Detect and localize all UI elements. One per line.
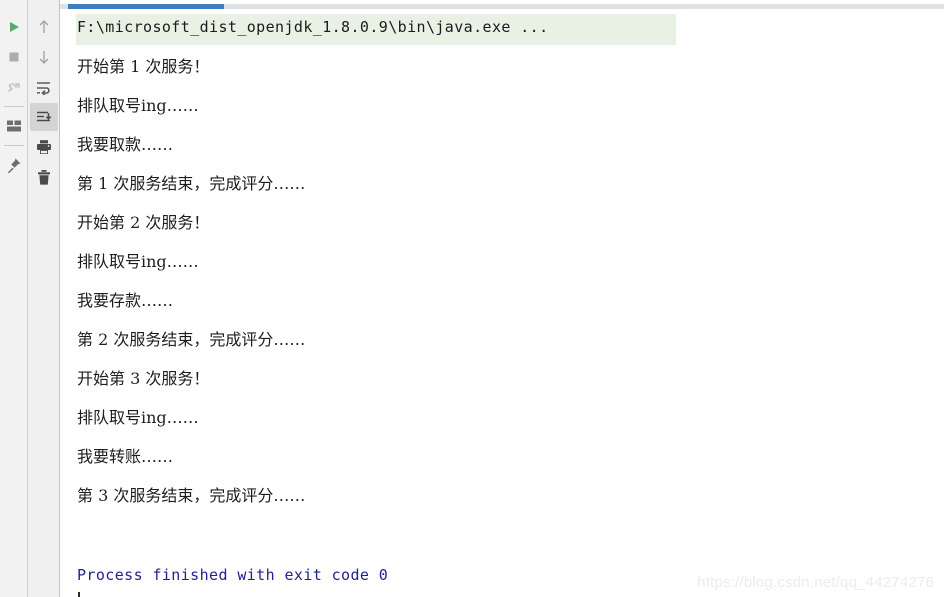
- play-icon[interactable]: [1, 14, 27, 40]
- console-toolbar: [28, 0, 60, 597]
- toolbar-divider: [3, 106, 24, 107]
- console-line: 开始第 1 次服务！: [77, 57, 210, 76]
- arrow-up-icon[interactable]: [30, 13, 58, 41]
- console-command-line: F:\microsoft_dist_openjdk_1.8.0.9\bin\ja…: [77, 18, 549, 36]
- printer-icon[interactable]: [30, 133, 58, 161]
- console-line: 第 2 次服务结束，完成评分……: [77, 330, 306, 349]
- trash-icon[interactable]: [30, 163, 58, 191]
- console-caret: [78, 592, 80, 597]
- console-line: 开始第 3 次服务！: [77, 369, 210, 388]
- rerun-tests-icon: [1, 74, 27, 100]
- console-line: 排队取号ing……: [77, 96, 199, 115]
- run-toolbar: [0, 0, 28, 597]
- arrow-down-icon[interactable]: [30, 43, 58, 71]
- process-exit-line: Process finished with exit code 0: [77, 566, 389, 584]
- layout-icon[interactable]: [1, 113, 27, 139]
- console-text[interactable]: F:\microsoft_dist_openjdk_1.8.0.9\bin\ja…: [60, 9, 944, 597]
- console-line: 我要取款……: [77, 135, 174, 154]
- run-tool-window: F:\microsoft_dist_openjdk_1.8.0.9\bin\ja…: [0, 0, 944, 597]
- console-line: 第 1 次服务结束，完成评分……: [77, 174, 306, 193]
- pin-icon[interactable]: [1, 152, 27, 178]
- watermark-text: https://blog.csdn.net/qq_44274276: [697, 574, 934, 591]
- console-line: 排队取号ing……: [77, 408, 199, 427]
- console-output-panel[interactable]: F:\microsoft_dist_openjdk_1.8.0.9\bin\ja…: [60, 0, 944, 597]
- console-line: 第 3 次服务结束，完成评分……: [77, 486, 306, 505]
- console-line: 排队取号ing……: [77, 252, 199, 271]
- toolbar-divider: [3, 145, 24, 146]
- soft-wrap-icon[interactable]: [30, 73, 58, 101]
- console-line: 我要存款……: [77, 291, 174, 310]
- console-line: 我要转账……: [77, 447, 174, 466]
- scroll-to-end-icon[interactable]: [29, 103, 58, 131]
- console-line: 开始第 2 次服务！: [77, 213, 210, 232]
- stop-square-icon[interactable]: [1, 44, 27, 70]
